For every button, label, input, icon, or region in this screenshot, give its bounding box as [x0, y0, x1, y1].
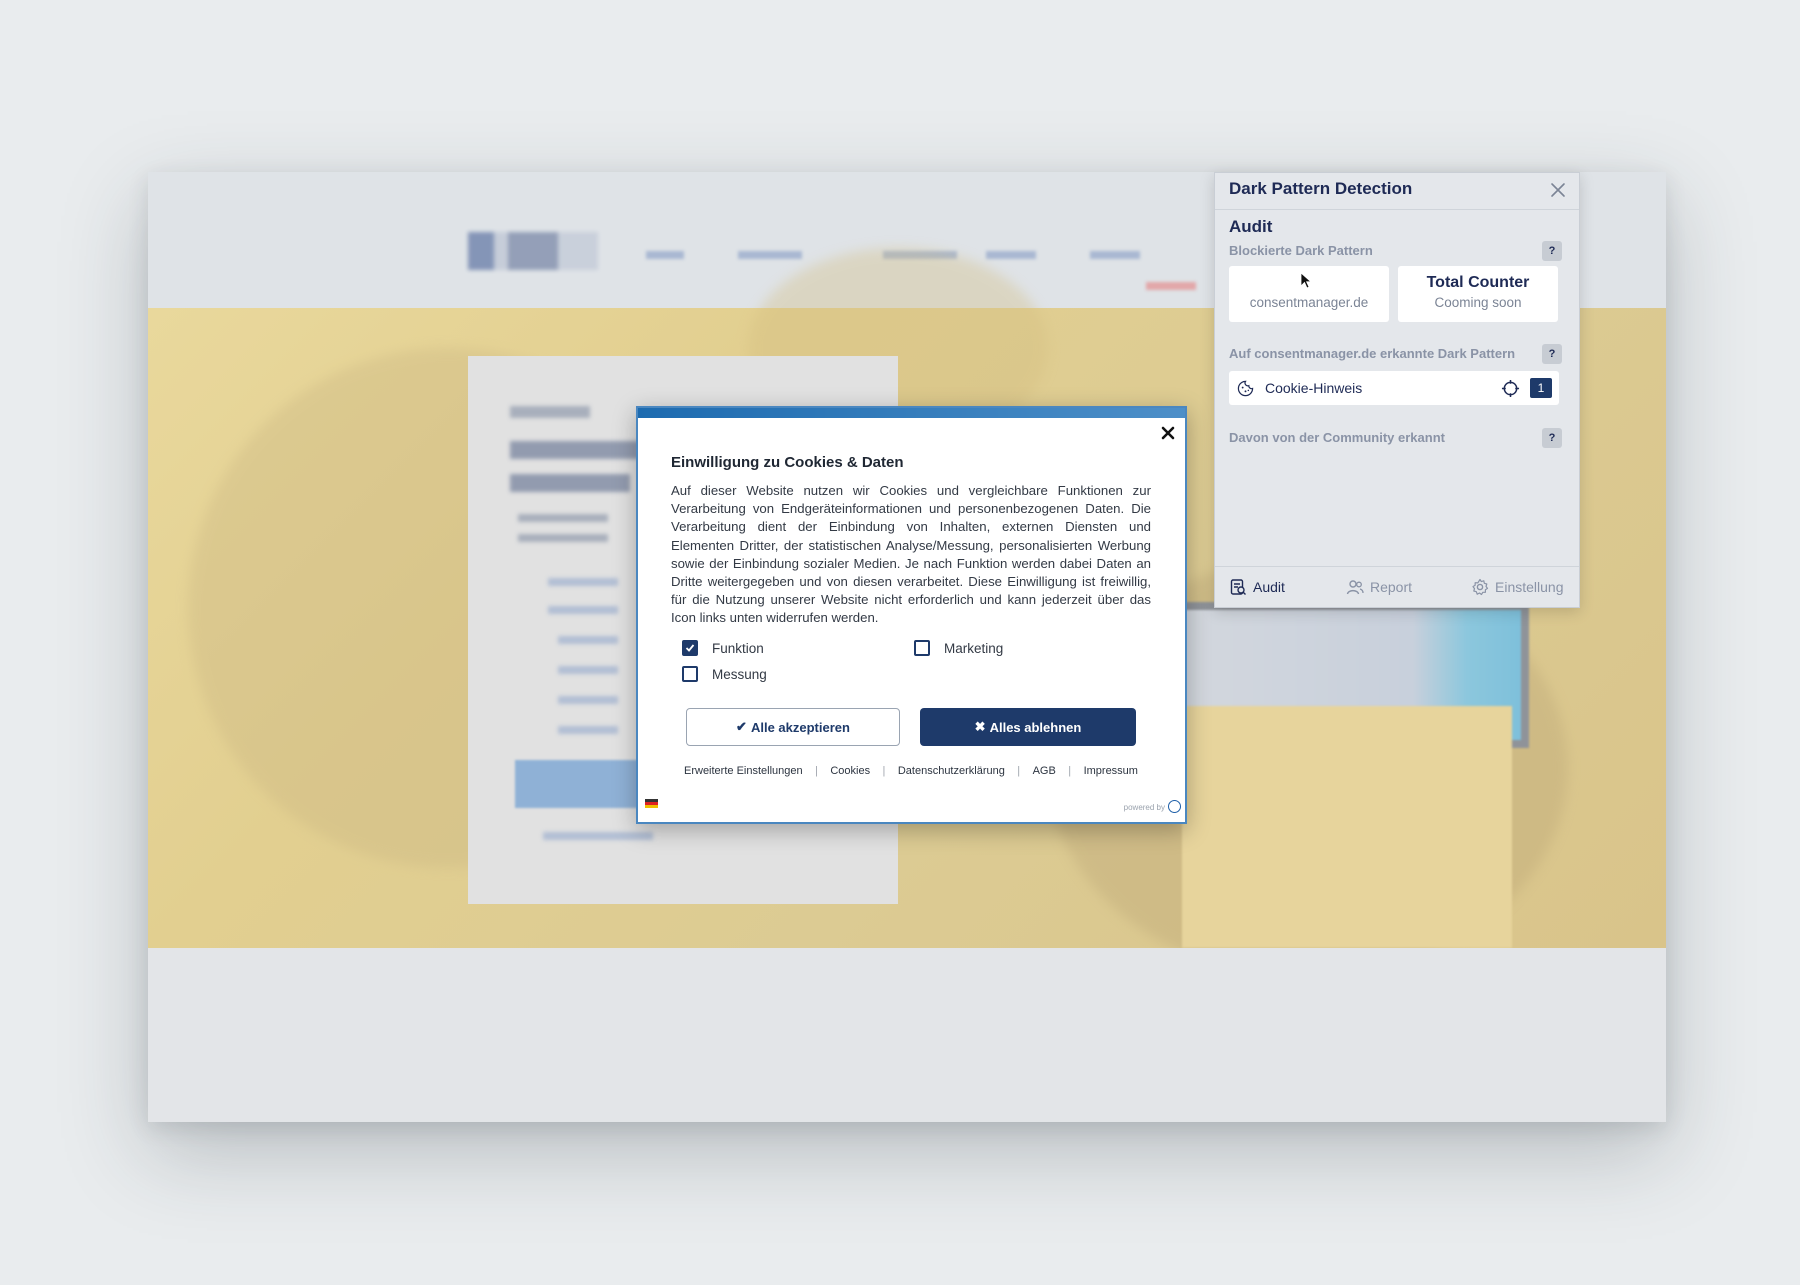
link-agb[interactable]: AGB: [1033, 765, 1056, 777]
accept-all-button[interactable]: ✔ Alle akzeptieren: [686, 708, 900, 746]
blurred-text: [558, 696, 618, 704]
language-flag-icon[interactable]: [645, 799, 658, 808]
checkbox-label: Funktion: [712, 640, 764, 656]
check-icon: ✔: [736, 719, 747, 734]
link-separator: |: [882, 765, 886, 777]
x-icon: ✖: [974, 719, 986, 734]
blurred-site-logo: [468, 232, 598, 270]
checkbox-marketing[interactable]: Marketing: [914, 640, 1003, 656]
pattern-count-badge: 1: [1530, 378, 1552, 398]
blurred-text: [558, 666, 618, 674]
help-icon[interactable]: ?: [1542, 241, 1562, 261]
dialog-body-text: Auf dieser Website nutzen wir Cookies un…: [671, 483, 1151, 626]
blocked-dark-pattern-label: Blockierte Dark Pattern: [1229, 243, 1373, 258]
reject-all-button[interactable]: ✖ Alles ablehnen: [920, 708, 1136, 746]
blurred-text: [543, 832, 653, 840]
community-detected-label: Davon von der Community erkannt: [1229, 430, 1445, 445]
blurred-nav-item: [646, 251, 684, 259]
extension-footer-tabs: Audit Report Einstellung: [1215, 566, 1579, 607]
link-erweiterte-einstellungen[interactable]: Erweiterte Einstellungen: [684, 765, 803, 777]
blurred-site-footer: [148, 948, 1666, 1122]
blurred-text: [510, 474, 630, 492]
consentmanager-logo-icon: [1168, 800, 1181, 813]
pattern-item-cookie-hinweis[interactable]: Cookie-Hinweis 1: [1229, 371, 1559, 405]
extension-title: Dark Pattern Detection: [1229, 179, 1413, 198]
gear-icon: [1472, 578, 1489, 596]
close-icon[interactable]: [1549, 181, 1567, 199]
section-title: Audit: [1229, 217, 1273, 236]
tab-einstellung[interactable]: Einstellung: [1471, 578, 1564, 596]
dialog-footer-links: Erweiterte Einstellungen | Cookies | Dat…: [684, 765, 1138, 777]
blurred-text: [548, 578, 618, 586]
extension-panel: Dark Pattern Detection Audit Blockierte …: [1214, 172, 1580, 608]
dialog-accent-bar: [638, 408, 1185, 418]
pattern-label: Cookie-Hinweis: [1265, 380, 1363, 396]
checkbox-checked-icon[interactable]: [682, 640, 698, 656]
link-separator: |: [1068, 765, 1072, 777]
powered-by-text: powered by: [1123, 803, 1165, 812]
blurred-nav-item: [1146, 282, 1196, 290]
blurred-nav-item: [1090, 251, 1140, 259]
tab-report[interactable]: Report: [1346, 578, 1412, 596]
total-counter-status: Cooming soon: [1434, 295, 1522, 310]
link-datenschutzerklaerung[interactable]: Datenschutzerklärung: [898, 765, 1005, 777]
tab-einstellung-label: Einstellung: [1495, 579, 1564, 595]
cookie-icon: [1237, 380, 1254, 397]
detected-patterns-label: Auf consentmanager.de erkannte Dark Patt…: [1229, 346, 1516, 361]
blurred-text: [510, 406, 590, 418]
dialog-title: Einwilligung zu Cookies & Daten: [671, 454, 904, 471]
checkbox-unchecked-icon[interactable]: [682, 666, 698, 682]
total-counter-card: Total Counter Cooming soon: [1398, 266, 1558, 322]
blurred-text: [548, 606, 618, 614]
mouse-cursor-icon: [1300, 272, 1312, 289]
cookie-consent-dialog: Einwilligung zu Cookies & Daten Auf dies…: [636, 406, 1187, 824]
help-icon[interactable]: ?: [1542, 428, 1562, 448]
link-impressum[interactable]: Impressum: [1084, 765, 1138, 777]
blurred-nav-item: [738, 251, 802, 259]
accept-all-label: Alle akzeptieren: [750, 719, 850, 735]
tab-audit[interactable]: Audit: [1229, 578, 1285, 596]
crosshair-icon[interactable]: [1501, 379, 1520, 398]
blurred-content-block: [1182, 706, 1512, 948]
site-counter-label: consentmanager.de: [1249, 295, 1369, 310]
blurred-text: [518, 514, 608, 522]
checkbox-label: Marketing: [944, 640, 1004, 656]
link-separator: |: [815, 765, 818, 777]
checkbox-funktion[interactable]: Funktion: [682, 640, 764, 656]
reject-all-label: Alles ablehnen: [989, 719, 1082, 735]
blurred-text: [558, 726, 618, 734]
extension-header: Dark Pattern Detection: [1215, 173, 1579, 210]
total-counter-title: Total Counter: [1426, 274, 1530, 291]
blurred-text: [518, 534, 608, 542]
audit-icon: [1230, 579, 1246, 595]
users-icon: [1346, 580, 1364, 595]
link-separator: |: [1017, 765, 1021, 777]
help-icon[interactable]: ?: [1542, 344, 1562, 364]
link-cookies[interactable]: Cookies: [830, 765, 870, 777]
close-icon[interactable]: [1159, 424, 1177, 442]
blurred-nav-item: [986, 251, 1036, 259]
tab-audit-label: Audit: [1253, 579, 1285, 595]
checkbox-messung[interactable]: Messung: [682, 666, 767, 682]
tab-report-label: Report: [1370, 579, 1413, 595]
checkbox-label: Messung: [712, 666, 767, 682]
checkbox-unchecked-icon[interactable]: [914, 640, 930, 656]
blurred-text: [558, 636, 618, 644]
blurred-text: [510, 441, 640, 459]
